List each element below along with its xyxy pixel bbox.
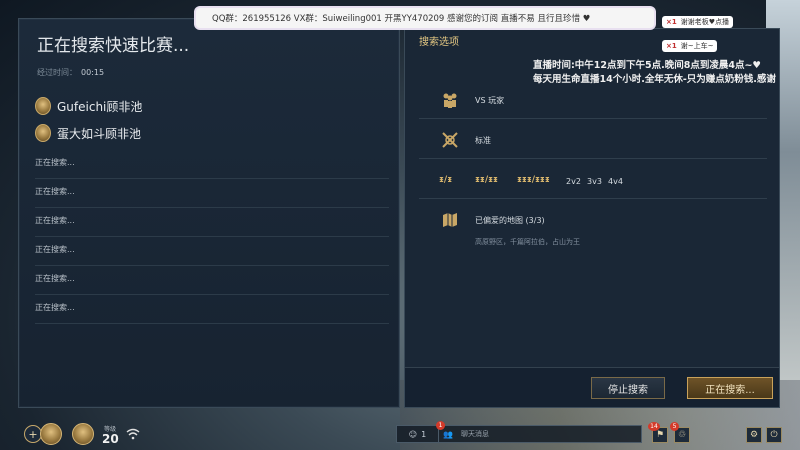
- chat-badge: 1: [436, 421, 445, 430]
- empty-slot: 正在搜索...: [35, 267, 389, 295]
- option-game-mode[interactable]: 标准: [419, 121, 767, 159]
- profile-avatar[interactable]: [40, 423, 62, 445]
- favored-maps-label: 已偏爱的地图 (3/3): [475, 216, 545, 225]
- option-team-size[interactable]: ᵻ/ᵻ ᵻᵻ/ᵻᵻ ᵻᵻᵻ/ᵻᵻᵻ 2v2 3v3 4v4: [419, 161, 767, 199]
- stream-sticker: ×1 谢~上车~: [662, 40, 718, 52]
- empty-slot: 正在搜索...: [35, 238, 389, 266]
- friends-count: 1: [421, 429, 427, 439]
- favored-maps-list: 高原野区，千篇阿拉伯，占山为王: [475, 238, 580, 246]
- slot-status: 正在搜索...: [35, 187, 75, 196]
- sticker-text: 谢谢老板♥点播: [680, 18, 730, 26]
- slot-status: 正在搜索...: [35, 216, 75, 225]
- notifications-badge: 14: [648, 422, 660, 431]
- team-2v2-icon: ᵻ/ᵻ: [439, 175, 453, 185]
- slot-status: 正在搜索...: [35, 245, 75, 254]
- option-opponent-label: VS 玩家: [475, 96, 505, 105]
- elapsed-time: 经过时间： 00:15: [37, 67, 104, 78]
- players-icon: [441, 91, 459, 109]
- slot-status: 正在搜索...: [35, 274, 75, 283]
- player-name: Gufeichi顾非池: [57, 99, 143, 114]
- section-title: 搜索选项: [419, 37, 459, 48]
- connection-icon: [126, 428, 140, 443]
- team-4v4-icon: ᵻᵻᵻ/ᵻᵻᵻ: [517, 175, 550, 185]
- sticker-count: ×1: [666, 42, 677, 50]
- team-size-4v4: 4v4: [608, 177, 623, 186]
- party-member[interactable]: 蛋大如斗顾非池: [35, 122, 141, 144]
- map-icon: [441, 211, 459, 229]
- player-name: 蛋大如斗顾非池: [57, 126, 142, 141]
- matchmaking-panel: 正在搜索快速比赛... 经过时间： 00:15 Gufeichi顾非池 蛋大如斗顾…: [18, 18, 400, 408]
- chat-input[interactable]: 聊天消息: [461, 429, 489, 439]
- social-badge: 5: [670, 422, 679, 431]
- search-actions: 停止搜索 正在搜索...: [405, 367, 779, 407]
- option-favored-maps[interactable]: 已偏爱的地图 (3/3) 高原野区，千篇阿拉伯，占山为王: [419, 201, 767, 261]
- sticker-count: ×1: [666, 18, 677, 26]
- stream-banner: QQ群：261955126 VX群：Suiweiling001 开黑YY4702…: [196, 8, 654, 28]
- empty-slot: 正在搜索...: [35, 296, 389, 324]
- team-size-3v3: 3v3: [587, 177, 602, 186]
- team-size-2v2: 2v2: [566, 177, 581, 186]
- rank-emblem-icon[interactable]: [72, 423, 94, 445]
- empty-slot: 正在搜索...: [35, 180, 389, 208]
- elapsed-time-value: 00:15: [81, 68, 105, 77]
- empty-slot: 正在搜索...: [35, 151, 389, 179]
- page-title: 正在搜索快速比赛...: [37, 36, 190, 56]
- team-3v3-icon: ᵻᵻ/ᵻᵻ: [475, 175, 498, 185]
- party-member[interactable]: Gufeichi顾非池: [35, 95, 142, 117]
- crossed-swords-icon: [441, 131, 459, 149]
- stream-schedule: 直播时间:中午12点到下午5点.晚间8点到凌晨4点~♥: [533, 60, 761, 71]
- friends-icon: ☺: [408, 429, 418, 439]
- power-icon[interactable]: ⏻: [766, 427, 782, 443]
- friends-button[interactable]: ☺ 1: [397, 426, 439, 442]
- search-options-panel: 搜索选项 直播时间:中午12点到下午5点.晚间8点到凌晨4点~♥ 每天用生命直播…: [404, 28, 780, 408]
- slot-status: 正在搜索...: [35, 303, 75, 312]
- searching-button[interactable]: 正在搜索...: [687, 377, 773, 399]
- empty-slot: 正在搜索...: [35, 209, 389, 237]
- chat-people-icon: 👥: [443, 429, 453, 439]
- option-opponent[interactable]: VS 玩家: [419, 81, 767, 119]
- chat-bar[interactable]: ☺ 1 👥 聊天消息: [396, 425, 642, 443]
- settings-icon[interactable]: ⚙: [746, 427, 762, 443]
- level-value: 20: [102, 432, 119, 446]
- rank-badge-icon: [35, 124, 51, 142]
- elapsed-time-label: 经过时间：: [37, 68, 77, 77]
- slot-status: 正在搜索...: [35, 158, 75, 167]
- stop-search-button[interactable]: 停止搜索: [591, 377, 665, 399]
- sticker-text: 谢~上车~: [680, 42, 714, 50]
- stream-sticker: ×1 谢谢老板♥点播: [662, 16, 734, 28]
- option-game-mode-label: 标准: [475, 136, 491, 145]
- rank-badge-icon: [35, 97, 51, 115]
